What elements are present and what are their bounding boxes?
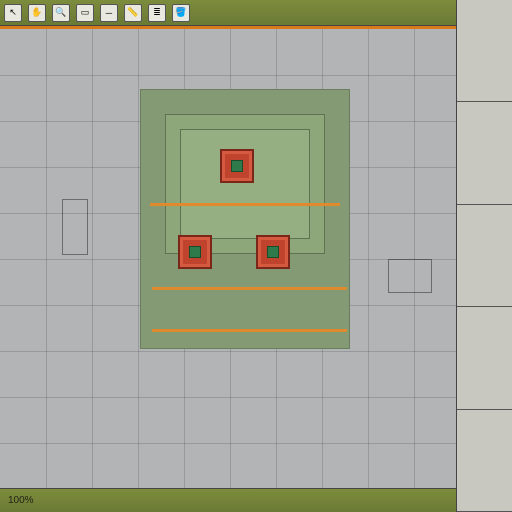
guide-line <box>152 287 347 290</box>
zoom-icon[interactable]: 🔍 <box>52 4 70 22</box>
thumbnail[interactable] <box>457 307 512 409</box>
design-canvas[interactable] <box>0 29 456 488</box>
cursor-icon[interactable]: ↖ <box>4 4 22 22</box>
thumbnail[interactable] <box>457 410 512 512</box>
pad-block[interactable] <box>256 235 290 269</box>
outline-rect[interactable] <box>62 199 88 255</box>
status-bar: 100% mm <box>0 488 512 512</box>
rect-icon[interactable]: ▭ <box>76 4 94 22</box>
thumbnail[interactable] <box>457 205 512 307</box>
guide-line <box>152 329 347 332</box>
bucket-icon[interactable]: 🪣 <box>172 4 190 22</box>
thumbnail[interactable] <box>457 0 512 102</box>
region-slab-core[interactable] <box>180 129 310 239</box>
thumbnail[interactable] <box>457 102 512 204</box>
layers-icon[interactable]: ≣ <box>148 4 166 22</box>
toolbar: ↖ ✋ 🔍 ▭ ─ 📏 ≣ 🪣 <box>0 0 512 26</box>
zoom-readout: 100% <box>8 495 34 506</box>
pad-chip-icon <box>231 160 243 172</box>
pad-block[interactable] <box>220 149 254 183</box>
line-icon[interactable]: ─ <box>100 4 118 22</box>
thumbnail-strip <box>456 0 512 512</box>
pad-block[interactable] <box>178 235 212 269</box>
guide-line <box>150 203 340 206</box>
pad-chip-icon <box>189 246 201 258</box>
measure-icon[interactable]: 📏 <box>124 4 142 22</box>
pad-chip-icon <box>267 246 279 258</box>
outline-rect[interactable] <box>388 259 432 293</box>
hand-icon[interactable]: ✋ <box>28 4 46 22</box>
